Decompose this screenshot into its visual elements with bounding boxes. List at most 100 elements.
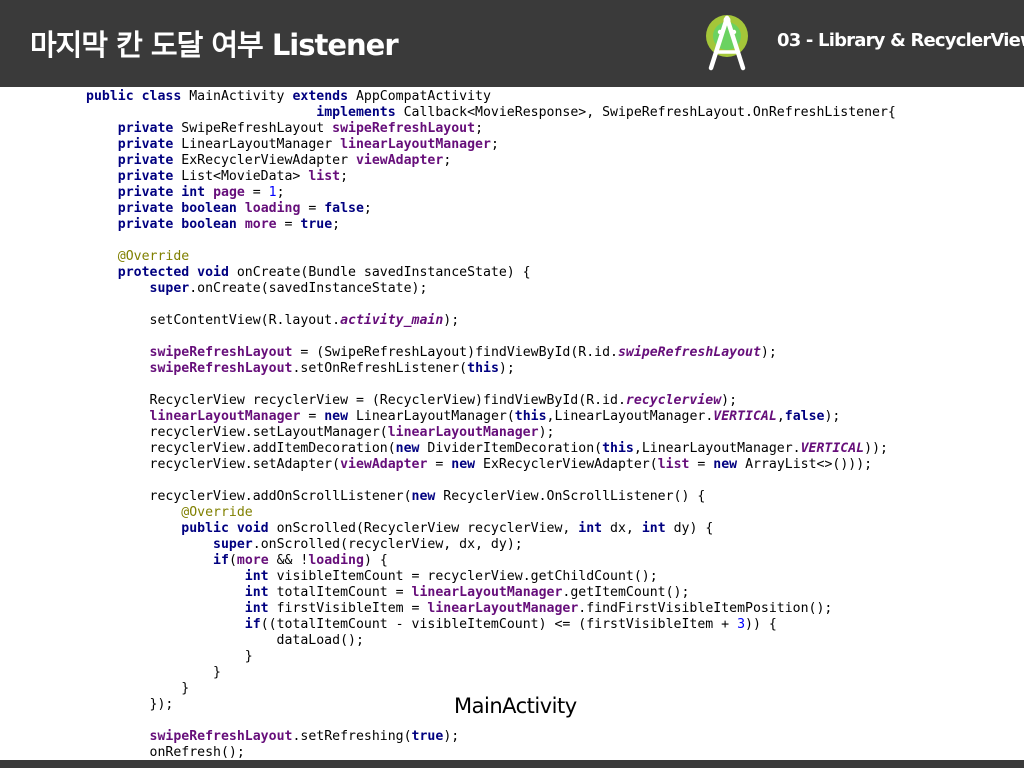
code-line: } [86,665,1016,681]
slide-title: 마지막 칸 도달 여부 Listener [30,28,399,62]
code-token: public void [181,521,269,536]
code-token: ; [490,137,499,152]
code-token: linearLayoutManager [387,425,539,440]
code-token: )) { [745,617,777,632]
code-token: = [276,217,301,232]
code-token: ); [498,361,515,376]
code-token: activity_main [340,313,444,328]
code-token: ; [363,201,372,216]
code-token: new [324,409,349,424]
code-token: int [578,521,603,536]
code-token: = [689,457,714,472]
code-token: List<MovieData> [173,169,309,184]
code-token: VERTICAL [800,441,865,456]
code-token: SwipeRefreshLayout [173,121,333,136]
code-token: totalItemCount = [268,585,412,600]
code-token: viewAdapter [355,153,444,168]
code-token: 1 [268,185,277,200]
code-line: dataLoad(); [86,633,1016,649]
code-token: implements [316,105,396,120]
code-token: } [86,681,190,696]
code-token: new [451,457,476,472]
code-token: = [244,185,269,200]
code-token: recyclerView.setAdapter( [86,457,341,472]
code-token: more [244,217,277,232]
code-token: swipeRefreshLayout [149,345,293,360]
code-token: setContentView(R.layout. [86,313,341,328]
code-token: loading [244,201,301,216]
code-token: && ! [268,553,309,568]
code-token: if [244,617,261,632]
code-token: ; [475,121,484,136]
code-token: ); [443,729,460,744]
section-title: 03 - Library & RecyclerView [777,30,1024,51]
code-token: private boolean [117,201,237,216]
code-line: RecyclerView recyclerView = (RecyclerVie… [86,393,1016,409]
code-token: RecyclerView.OnScrollListener() { [435,489,706,504]
code-line: super.onScrolled(recyclerView, dx, dy); [86,537,1016,553]
code-token: false [324,201,364,216]
code-token: ExRecyclerViewAdapter( [475,457,658,472]
code-token: super [149,281,190,296]
code-line: private SwipeRefreshLayout swipeRefreshL… [86,121,1016,137]
code-line: int visibleItemCount = recyclerView.getC… [86,569,1016,585]
code-token: true [300,217,333,232]
code-line: swipeRefreshLayout.setOnRefreshListener(… [86,361,1016,377]
code-token: int [244,585,269,600]
code-token: protected void [117,265,229,280]
code-token: list [308,169,341,184]
code-token: recyclerView.addItemDecoration( [86,441,396,456]
code-line: super.onCreate(savedInstanceState); [86,281,1016,297]
code-token: visibleItemCount = recyclerView.getChild… [268,569,658,584]
code-token: )); [864,441,888,456]
code-token: ); [721,393,738,408]
code-token: ArrayList<>())); [737,457,873,472]
code-token: Callback<MovieResponse>, SwipeRefreshLay… [395,105,896,120]
code-line: private LinearLayoutManager linearLayout… [86,137,1016,153]
code-token: page [213,185,245,200]
code-token: .onScrolled(recyclerView, dx, dy); [252,537,523,552]
code-token: private boolean [117,217,237,232]
code-line: linearLayoutManager = new LinearLayoutMa… [86,409,1016,425]
code-token: .getItemCount(); [562,585,690,600]
code-token: ); [443,313,460,328]
code-token: list [657,457,690,472]
code-token: onCreate(Bundle savedInstanceState) { [228,265,531,280]
code-token: int [244,569,269,584]
code-token: int [244,601,269,616]
code-token: dataLoad(); [86,633,364,648]
code-token: int [641,521,666,536]
code-token: @Override [117,249,190,264]
code-token: new [395,441,420,456]
code-token: .onCreate(savedInstanceState); [189,281,428,296]
code-token: = [427,457,452,472]
code-token: new [411,489,436,504]
code-token: } [86,649,253,664]
code-line: swipeRefreshLayout = (SwipeRefreshLayout… [86,345,1016,361]
code-token: dx, [602,521,642,536]
code-token: .setRefreshing( [292,729,412,744]
code-token: linearLayoutManager [427,601,579,616]
code-token: = [300,201,325,216]
code-token: private int [117,185,206,200]
code-token: LinearLayoutManager( [348,409,515,424]
code-token: swipeRefreshLayout [149,729,293,744]
code-token: ); [824,409,841,424]
